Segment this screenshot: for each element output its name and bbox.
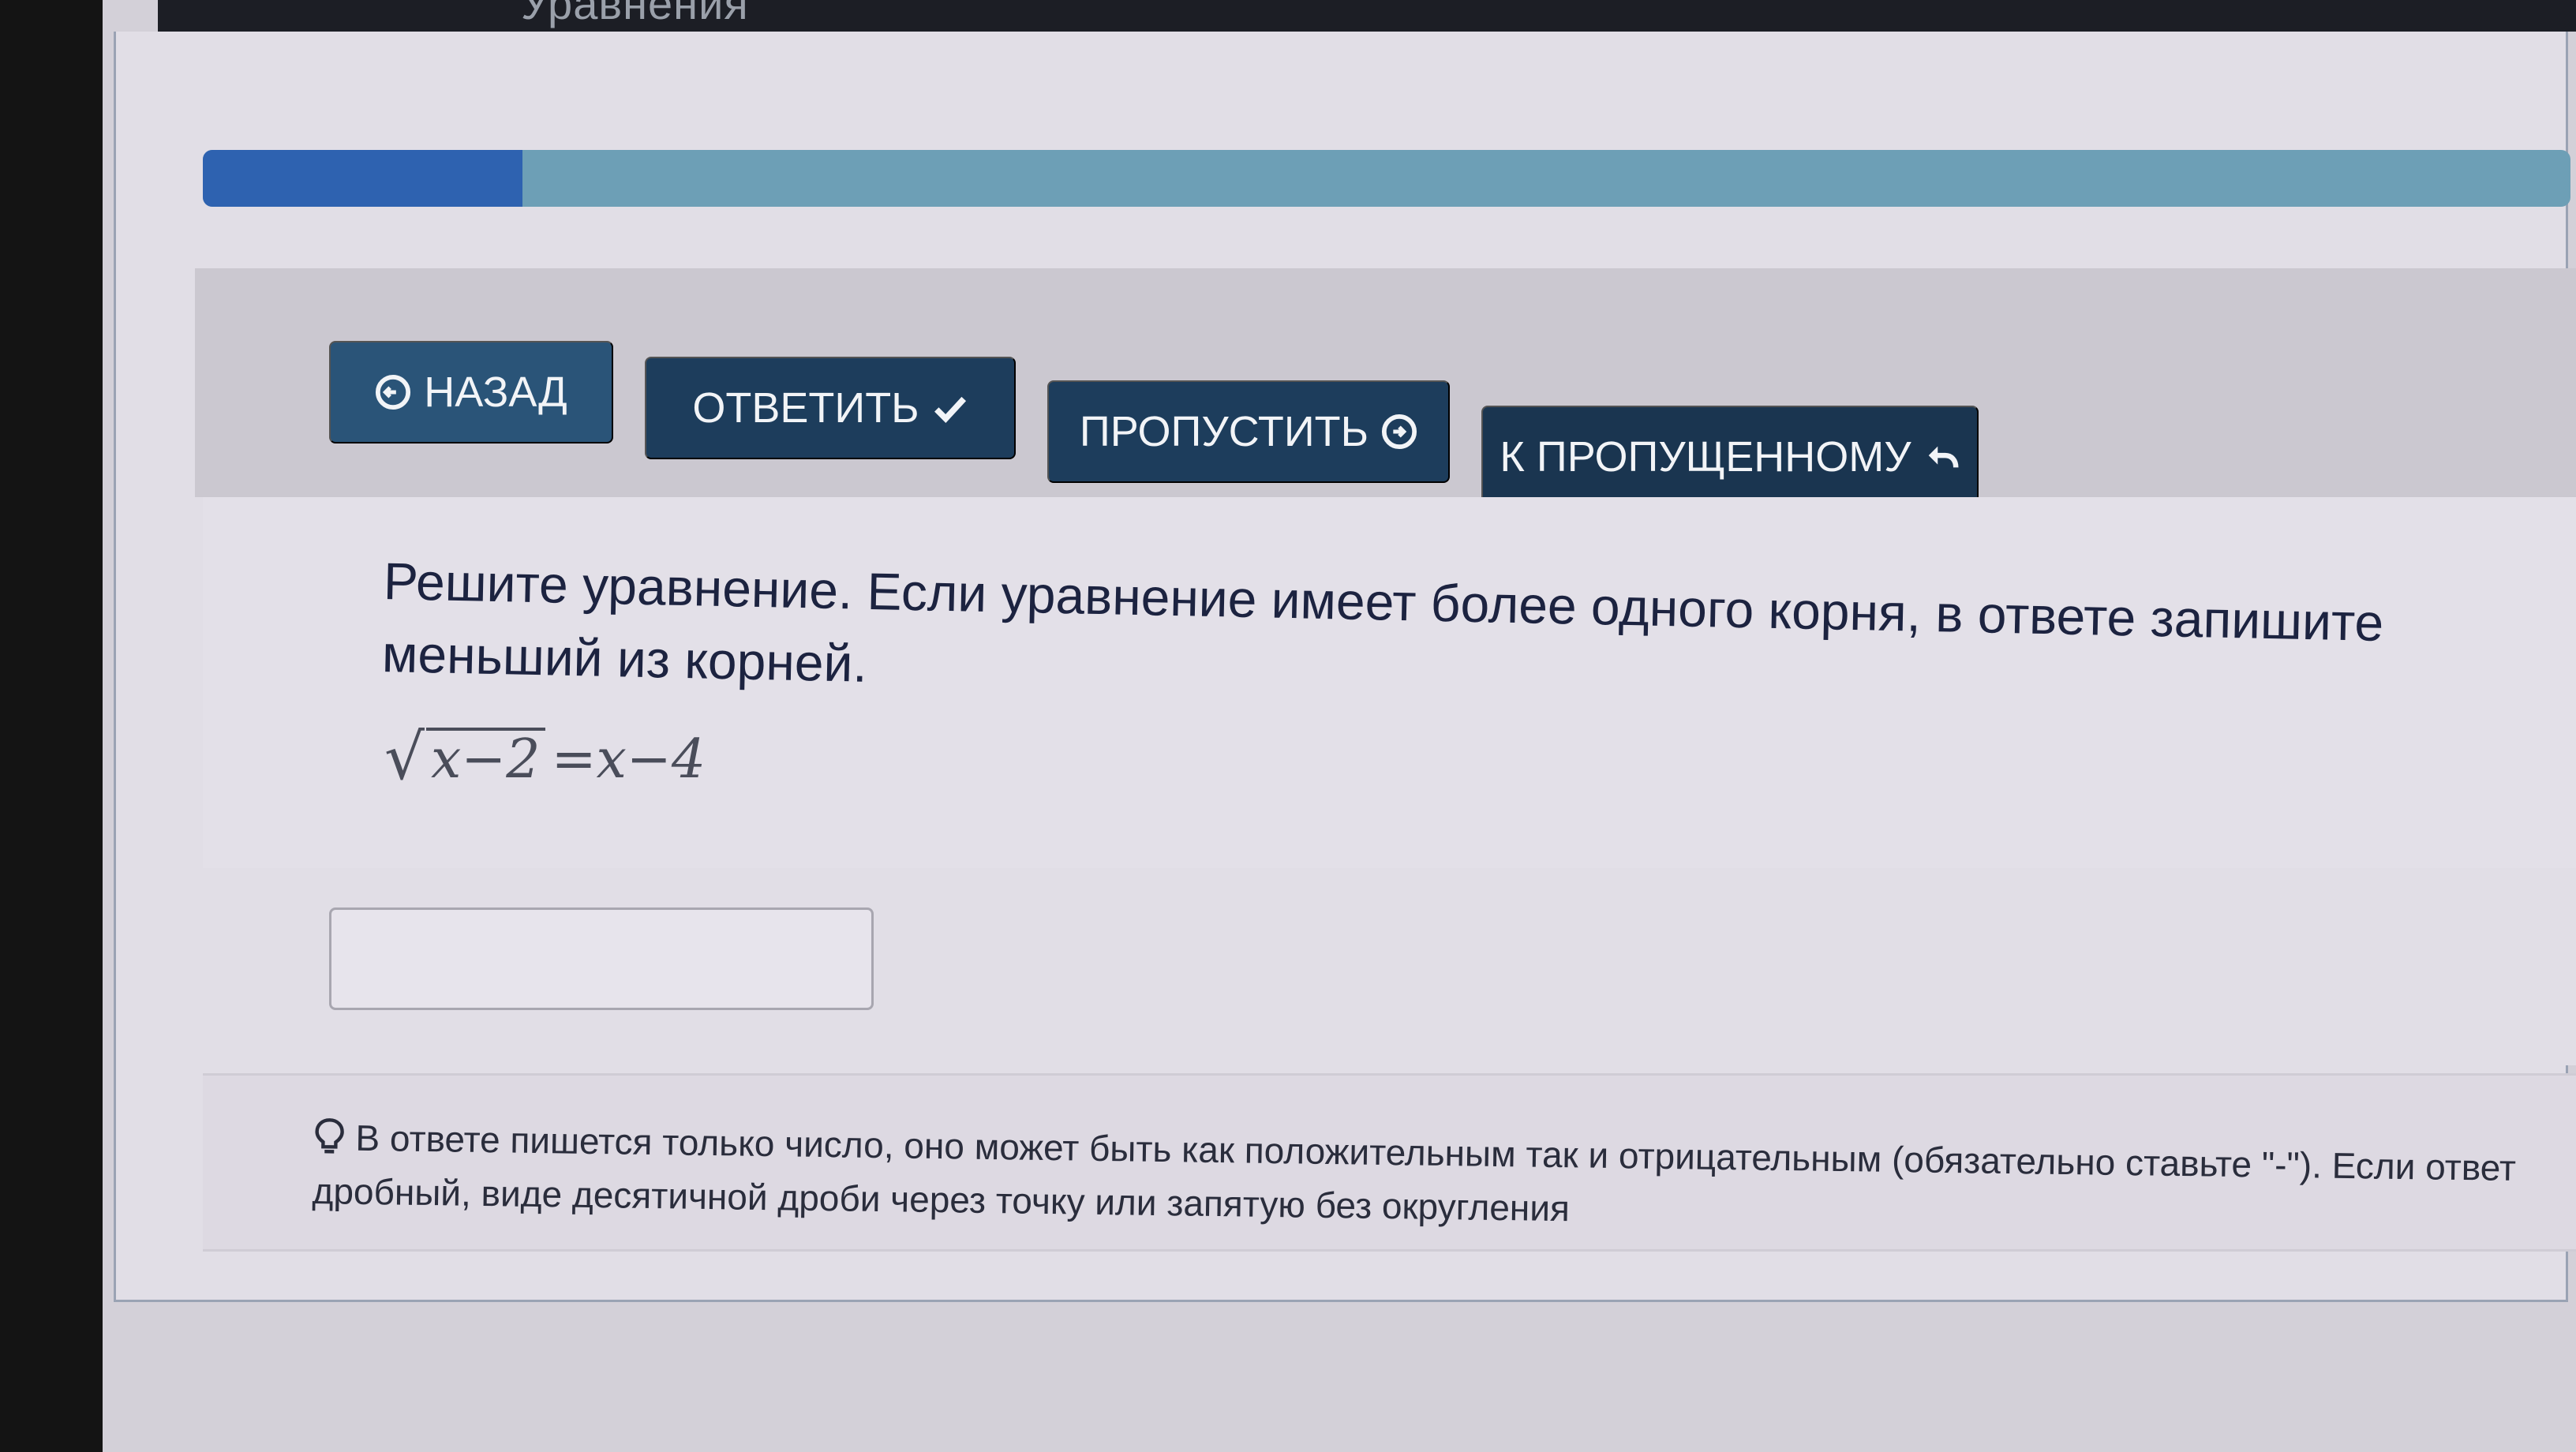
- equation-radicand: x−2: [425, 728, 545, 789]
- skip-button-label: ПРОПУСТИТЬ: [1079, 408, 1369, 455]
- equation-rest: =x−4: [551, 728, 706, 791]
- toolbar: НАЗАД ОТВЕТИТЬ ПРОПУСТИТЬ К ПРОПУЩЕННОМУ: [195, 268, 2576, 508]
- sqrt-sign: √: [384, 720, 425, 794]
- monitor-bezel: [0, 0, 103, 1452]
- back-button[interactable]: НАЗАД: [329, 341, 613, 443]
- hint-message: В ответе пишется только число, оно может…: [312, 1117, 2517, 1229]
- answer-button[interactable]: ОТВЕТИТЬ: [645, 357, 1016, 459]
- task-card: НАЗАД ОТВЕТИТЬ ПРОПУСТИТЬ К ПРОПУЩЕННОМУ: [114, 32, 2576, 1302]
- back-button-label: НАЗАД: [424, 369, 567, 416]
- page-title: Уравнения: [521, 0, 749, 28]
- reply-arrow-icon: [1928, 446, 1959, 468]
- skip-button[interactable]: ПРОПУСТИТЬ: [1047, 380, 1450, 483]
- lightbulb-icon: [315, 1118, 344, 1154]
- progress-bar: [203, 150, 2570, 207]
- answer-button-label: ОТВЕТИТЬ: [692, 384, 919, 432]
- title-bar: Уравнения: [158, 0, 2576, 32]
- question-panel: Решите уравнение. Если уравнение имеет б…: [203, 497, 2576, 870]
- hint-text: В ответе пишется только число, оно может…: [312, 1110, 2576, 1249]
- progress-fill: [203, 150, 522, 207]
- to-skipped-button-label: К ПРОПУЩЕННОМУ: [1500, 433, 1911, 481]
- answer-area: [203, 868, 2576, 1065]
- answer-input[interactable]: [329, 908, 874, 1010]
- to-skipped-button[interactable]: К ПРОПУЩЕННОМУ: [1481, 406, 1979, 508]
- circle-arrow-left-icon: [376, 374, 411, 410]
- hint-panel: В ответе пишется только число, оно может…: [203, 1073, 2576, 1252]
- circle-arrow-right-icon: [1382, 414, 1417, 450]
- equation: √ x−2 =x−4: [384, 726, 706, 789]
- check-icon: [934, 396, 966, 423]
- question-text: Решите уравнение. Если уравнение имеет б…: [381, 551, 2384, 693]
- screen: Уравнения НАЗАД ОТВЕТИТЬ ПРОПУСТИТЬ К ПР…: [103, 0, 2576, 1452]
